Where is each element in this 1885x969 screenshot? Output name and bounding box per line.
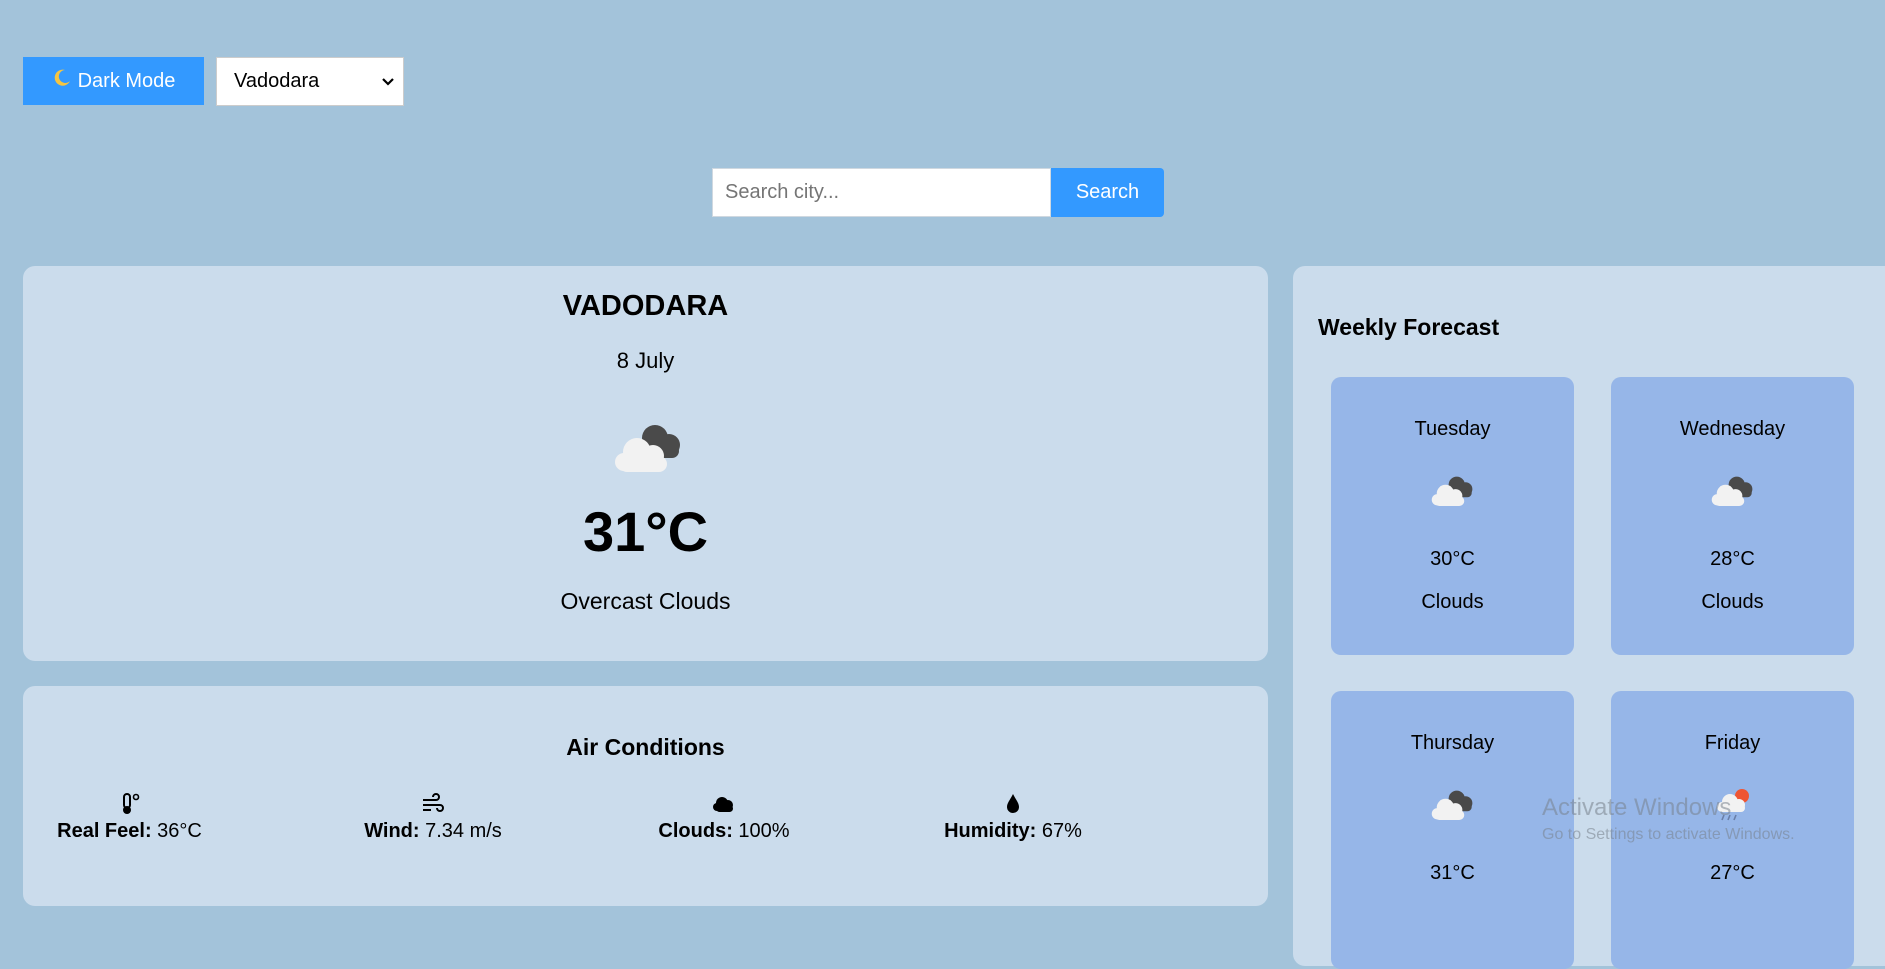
clouds-item: Clouds: 100% [653,792,795,843]
search-button[interactable]: Search [1051,168,1164,217]
forecast-day-name: Friday [1704,732,1761,754]
current-weather-card: VADODARA 8 July 31°C Overcast Clouds [23,266,1268,661]
forecast-day-card: Thursday 31°C [1331,691,1574,969]
weather-description: Overcast Clouds [560,588,731,614]
forecast-day-card: Friday 27°C [1611,691,1854,969]
search-bar: Search [712,168,1164,217]
forecast-day-temp: 30°C [1430,548,1475,570]
forecast-day-card: Tuesday 30°C Clouds [1331,377,1574,655]
air-conditions-title: Air Conditions [566,734,725,760]
wind-value: 7.34 m/s [425,820,502,842]
real-feel-label: Real Feel: [57,820,152,842]
chevron-down-icon [381,70,395,93]
forecast-title: Weekly Forecast [1318,314,1500,340]
moon-icon [52,68,72,94]
dark-mode-label: Dark Mode [77,69,176,92]
forecast-day-temp: 31°C [1430,862,1475,884]
overcast-cloud-icon [1708,472,1758,510]
selected-city: Vadodara [234,70,320,92]
current-date: 8 July [616,348,675,373]
forecast-day-temp: 27°C [1710,862,1755,884]
humidity-value: 67% [1041,820,1082,842]
cloud-icon [711,792,737,816]
clouds-label: Clouds: [658,820,733,842]
wind-item: Wind: 7.34 m/s [358,792,508,843]
wind-icon [420,792,446,816]
weekly-forecast-card: Weekly Forecast Tuesday 30°C Clouds Wedn… [1293,266,1885,969]
search-input[interactable] [712,168,1051,217]
rain-sun-icon [1708,786,1758,824]
overcast-cloud-icon [609,418,689,478]
forecast-day-card: Wednesday 28°C Clouds [1611,377,1854,655]
droplet-icon [1000,792,1026,816]
overcast-cloud-icon [1428,472,1478,510]
humidity-label: Humidity: [944,820,1037,842]
top-controls: Dark Mode Vadodara [23,57,404,106]
city-select[interactable]: Vadodara [216,57,404,106]
forecast-day-name: Thursday [1410,732,1495,754]
real-feel-value: 36°C [157,820,202,842]
dark-mode-button[interactable]: Dark Mode [23,57,204,105]
forecast-day-temp: 28°C [1710,548,1755,570]
current-temperature: 31°C [582,500,709,563]
forecast-day-condition: Clouds [1701,591,1764,613]
forecast-day-name: Wednesday [1679,418,1786,440]
humidity-item: Humidity: 67% [942,792,1084,843]
thermometer-icon [117,792,143,816]
forecast-day-condition: Clouds [1421,591,1484,613]
overcast-cloud-icon [1428,786,1478,824]
air-conditions-card: Air Conditions Real Feel: 36°C Wind: 7.3… [23,686,1268,906]
forecast-day-name: Tuesday [1414,418,1491,440]
clouds-value: 100% [738,820,790,842]
real-feel-item: Real Feel: 36°C [57,792,202,843]
city-name: VADODARA [562,290,729,322]
wind-label: Wind: [364,820,420,842]
